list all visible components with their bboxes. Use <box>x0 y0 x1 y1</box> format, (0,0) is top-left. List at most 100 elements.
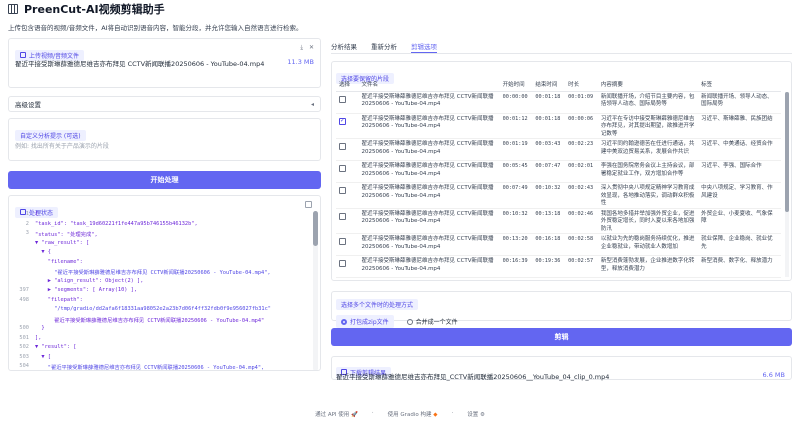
table-row[interactable]: 翟近平接受斯琳薛雅德尼维吉亦布拜见 CCTV新闻联播20250606 - You… <box>336 113 781 139</box>
segment-checkbox[interactable] <box>339 117 346 125</box>
line-number <box>9 306 35 316</box>
footer-settings-link[interactable]: 设置 ⚙ <box>467 410 485 418</box>
table-row[interactable]: 翟近平接受斯琳薛雅德尼维吉亦布拜见 CCTV新闻联播20250606 - You… <box>336 208 781 234</box>
gradio-logo-icon: ◆ <box>433 412 438 418</box>
tab-2[interactable]: 剪辑选项 <box>411 38 437 53</box>
segment-checkbox[interactable] <box>339 212 346 220</box>
column-header[interactable]: 选择 <box>336 78 359 92</box>
column-header[interactable]: 开始时间 <box>499 78 533 92</box>
file-cell: 翟近平接受斯琳薛雅德尼维吉亦布拜见 CCTV新闻联播20250606 - You… <box>358 160 500 183</box>
line-number <box>9 240 35 250</box>
select-cell <box>336 233 359 256</box>
start-time-cell: 00:01:12 <box>499 113 533 139</box>
duration-cell: 00:02:57 <box>565 255 598 278</box>
upload-block[interactable]: 上传视频/音频文件 ⤓ ✕ 翟近平接受斯琳薛雅德尼维吉亦布拜见 CCTV新闻联播… <box>8 38 321 88</box>
segments-scrollbar[interactable] <box>785 92 789 277</box>
column-header[interactable]: 标签 <box>698 78 781 92</box>
segment-checkbox[interactable] <box>339 143 346 150</box>
footer-api-link[interactable]: 通过 API 使用 🚀 <box>315 410 358 418</box>
code-line: 500 } <box>9 325 310 335</box>
radio-button[interactable] <box>406 318 413 325</box>
end-time-cell: 00:01:18 <box>532 91 566 114</box>
advanced-settings-accordion[interactable]: 高级设置 ◂ <box>8 96 321 112</box>
line-number: 503 <box>19 353 29 360</box>
code-text: ▼ [ <box>35 353 51 360</box>
segment-checkbox[interactable] <box>339 238 346 245</box>
select-cell <box>336 160 359 183</box>
line-number <box>9 278 35 288</box>
code-text: ▶ "align_result": Object(2) ], <box>35 277 144 284</box>
film-icon <box>8 4 18 14</box>
column-header[interactable]: 时长 <box>565 78 598 92</box>
code-text: "filepath": <box>35 296 83 303</box>
duration-cell: 00:01:09 <box>565 91 598 114</box>
segment-checkbox[interactable] <box>339 187 346 194</box>
summary-cell: 李强在国务院常务会议上主持会议，部署稳定就业工作，双方增加合作等 <box>597 160 699 183</box>
table-row[interactable]: 翟近平接受斯琳薛雅德尼维吉亦布拜见 CCTV新闻联播20250606 - You… <box>336 233 781 256</box>
status-scroll-thumb[interactable] <box>313 211 318 246</box>
column-header[interactable]: 结束时间 <box>532 78 566 92</box>
code-line: "/tmp/gradio/dd2afa6f18331aa98052e2a23b7… <box>9 306 310 316</box>
code-text: "翟近平接受斯琳薛雅德尼维吉亦布拜见 CCTV新闻联播20250606 - Yo… <box>35 365 265 371</box>
copy-icon[interactable] <box>305 201 312 208</box>
method-option-1[interactable]: 合并成一个文件 <box>402 315 463 328</box>
column-header[interactable]: 文件名 <box>358 78 500 92</box>
tags-cell: 习近平、斯琳薛雅、民族团结 <box>698 113 781 139</box>
file-cell: 翟近平接受斯琳薛雅德尼维吉亦布拜见 CCTV新闻联播20250606 - You… <box>358 91 500 114</box>
tags-cell: 外贸企业、小麦夏收、气象保障 <box>698 208 781 234</box>
segments-scroll-thumb[interactable] <box>785 92 789 212</box>
start-processing-button[interactable]: 开始处理 <box>8 171 321 189</box>
table-row[interactable]: 翟近平接受斯琳薛雅德尼维吉亦布拜见 CCTV新闻联播20250606 - You… <box>336 255 781 278</box>
method-option-0[interactable]: 打包成zip文件 <box>336 315 394 328</box>
select-cell <box>336 91 359 114</box>
select-cell <box>336 138 359 161</box>
file-cell: 翟近平接受斯琳薛雅德尼维吉亦布拜见 CCTV新闻联播20250606 - You… <box>358 208 500 234</box>
code-line: 502 ▼ "result": [ <box>9 344 310 354</box>
download-file[interactable]: 翟近平接受斯琳薛雅德尼维吉亦布拜见_CCTV新闻联播20250606__YouT… <box>336 371 785 381</box>
table-row[interactable]: 翟近平接受斯琳薛雅德尼维吉亦布拜见 CCTV新闻联播20250606 - You… <box>336 91 781 114</box>
table-row[interactable]: 翟近平接受斯琳薛雅德尼维吉亦布拜见 CCTV新闻联播20250606 - You… <box>336 182 781 209</box>
column-header[interactable]: 内容摘要 <box>597 78 699 92</box>
left-column: 上传视频/音频文件 ⤓ ✕ 翟近平接受斯琳薛雅德尼维吉亦布拜见 CCTV新闻联播… <box>8 38 321 371</box>
uploaded-file-name[interactable]: 翟近平接受斯琳薛雅德尼维吉亦布拜见 CCTV新闻联播20250606 - You… <box>15 58 264 68</box>
end-time-cell: 00:07:47 <box>532 160 566 183</box>
summary-cell: 习近平在专访中接受斯琳薛雅德尼维吉亦布拜见，对其提出期望，欲推进开学记数等 <box>597 113 699 139</box>
segment-checkbox[interactable] <box>339 165 346 172</box>
code-text: { <box>35 211 39 217</box>
tab-1[interactable]: 重新分析 <box>371 38 397 53</box>
prompt-input[interactable]: 例如: 找出所有关于产品演示的片段 <box>15 141 109 150</box>
select-cell <box>336 182 359 209</box>
line-number: 1 <box>25 211 29 217</box>
footer-dot: · <box>451 410 454 416</box>
download-block: 下载剪辑结果 翟近平接受斯琳薛雅德尼维吉亦布拜见_CCTV新闻联播2025060… <box>331 356 792 381</box>
line-number: 2 <box>25 220 29 227</box>
duration-cell: 00:02:23 <box>565 138 598 161</box>
uploaded-file[interactable]: 翟近平接受斯琳薛雅德尼维吉亦布拜见 CCTV新闻联播20250606 - You… <box>15 58 314 68</box>
app-title: PreenCut-AI视频剪辑助手 <box>24 3 165 16</box>
status-scrollbar[interactable] <box>313 211 318 370</box>
table-row[interactable]: 翟近平接受斯琳薛雅德尼维吉亦布拜见 CCTV新闻联播20250606 - You… <box>336 160 781 183</box>
select-cell <box>336 255 359 278</box>
footer-settings-text[interactable]: 设置 <box>467 412 478 418</box>
radio-button[interactable] <box>341 318 347 325</box>
start-time-cell: 00:01:19 <box>499 138 533 161</box>
duration-cell: 00:00:06 <box>565 113 598 139</box>
footer-api-text[interactable]: 通过 API 使用 <box>315 412 349 418</box>
table-row[interactable]: 翟近平接受斯琳薛雅德尼维吉亦布拜见 CCTV新闻联播20250606 - You… <box>336 138 781 161</box>
code-text: ], <box>35 334 42 341</box>
tags-cell: 习近平、中美通话、经贸合作 <box>698 138 781 161</box>
close-icon[interactable]: ✕ <box>309 44 314 52</box>
tab-0[interactable]: 分析结果 <box>331 38 357 53</box>
footer-built-text[interactable]: 使用 Gradio 构建 <box>388 412 432 418</box>
download-file-name[interactable]: 翟近平接受斯琳薛雅德尼维吉亦布拜见_CCTV新闻联播20250606__YouT… <box>336 371 609 381</box>
download-icon[interactable]: ⤓ <box>300 44 303 52</box>
segment-checkbox[interactable] <box>339 260 346 267</box>
method-option-label: 打包成zip文件 <box>350 319 389 326</box>
segment-checkbox[interactable] <box>339 95 346 103</box>
cut-button[interactable]: 剪辑 <box>331 328 792 346</box>
end-time-cell: 00:10:32 <box>532 182 566 209</box>
summary-cell: 深入贯彻中央八项规定精神学习教育成效显现，各地推动落实，调动群众积极性 <box>597 182 699 209</box>
file-cell: 翟近平接受斯琳薛雅德尼维吉亦布拜见 CCTV新闻联播20250606 - You… <box>358 113 500 139</box>
tags-cell: 新闻联播开场、领导人动态、国际局势 <box>698 91 781 114</box>
footer-built-link[interactable]: 使用 Gradio 构建 ◆ <box>388 410 438 418</box>
